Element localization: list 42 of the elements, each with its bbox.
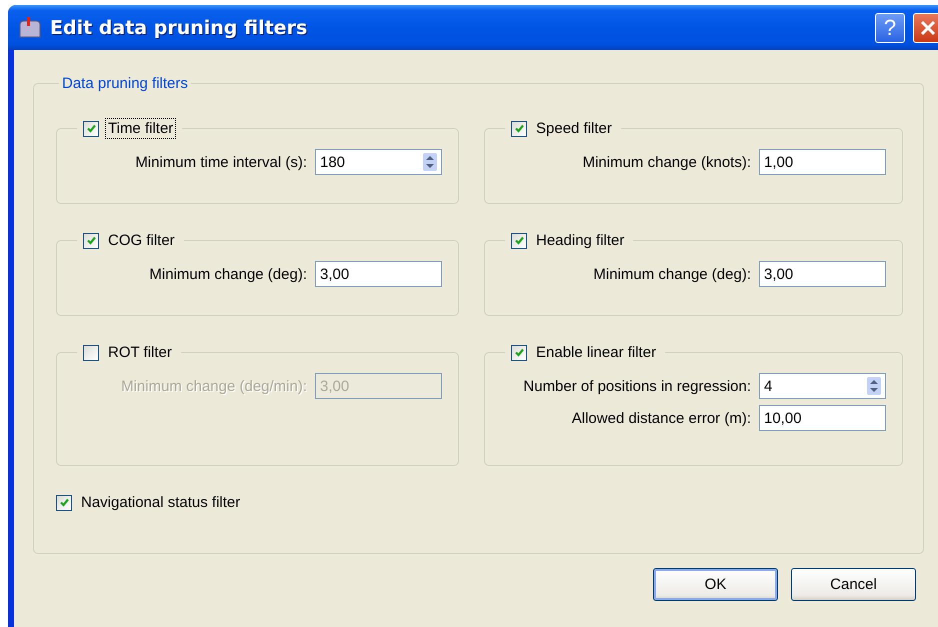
- group-title: Data pruning filters: [61, 75, 189, 92]
- field-label: Minimum change (deg):: [593, 266, 751, 282]
- cancel-button[interactable]: Cancel: [791, 568, 916, 601]
- field-label: Minimum change (knots):: [582, 154, 751, 170]
- ok-button[interactable]: OK: [653, 568, 778, 601]
- field-label: Number of positions in regression:: [523, 378, 751, 394]
- input-field[interactable]: 3,00: [759, 261, 886, 287]
- field-label: Minimum time interval (s):: [135, 154, 307, 170]
- check-icon: [86, 123, 96, 134]
- checkbox[interactable]: [83, 232, 99, 248]
- check-icon: [514, 235, 524, 246]
- check-icon: [514, 347, 524, 358]
- check-icon: [58, 497, 70, 508]
- check-icon: [86, 235, 96, 246]
- app-icon: [18, 16, 42, 38]
- input-field[interactable]: 10,00: [759, 405, 886, 431]
- checkbox[interactable]: [511, 344, 527, 360]
- checkbox-label[interactable]: Heading filter: [533, 230, 628, 251]
- close-button[interactable]: [913, 12, 938, 42]
- spinner-icon[interactable]: [423, 153, 437, 171]
- checkbox[interactable]: [511, 232, 527, 248]
- checkbox[interactable]: [83, 120, 99, 136]
- checkbox-label[interactable]: Enable linear filter: [533, 342, 660, 363]
- checkbox-label[interactable]: Navigational status filter: [81, 494, 240, 511]
- checkbox[interactable]: [511, 120, 527, 136]
- window-title: Edit data pruning filters: [50, 16, 308, 38]
- checkbox-label[interactable]: Speed filter: [533, 118, 615, 139]
- field-label: Minimum change (deg/min):: [121, 378, 307, 394]
- input-field[interactable]: 3,00: [315, 261, 442, 287]
- close-icon: [919, 18, 937, 36]
- check-icon: [514, 123, 524, 134]
- field-label: Allowed distance error (m):: [572, 410, 751, 426]
- input-field[interactable]: 1,00: [759, 149, 886, 175]
- spin-field[interactable]: 4: [759, 373, 886, 399]
- checkbox-label[interactable]: COG filter: [105, 230, 178, 251]
- checkbox-label[interactable]: ROT filter: [105, 342, 175, 363]
- checkbox[interactable]: [83, 344, 99, 360]
- checkbox-label[interactable]: Time filter: [105, 118, 176, 139]
- checkbox[interactable]: [56, 494, 72, 510]
- spin-field[interactable]: 180: [315, 149, 442, 175]
- field-label: Minimum change (deg):: [149, 266, 307, 282]
- spinner-icon[interactable]: [867, 377, 881, 395]
